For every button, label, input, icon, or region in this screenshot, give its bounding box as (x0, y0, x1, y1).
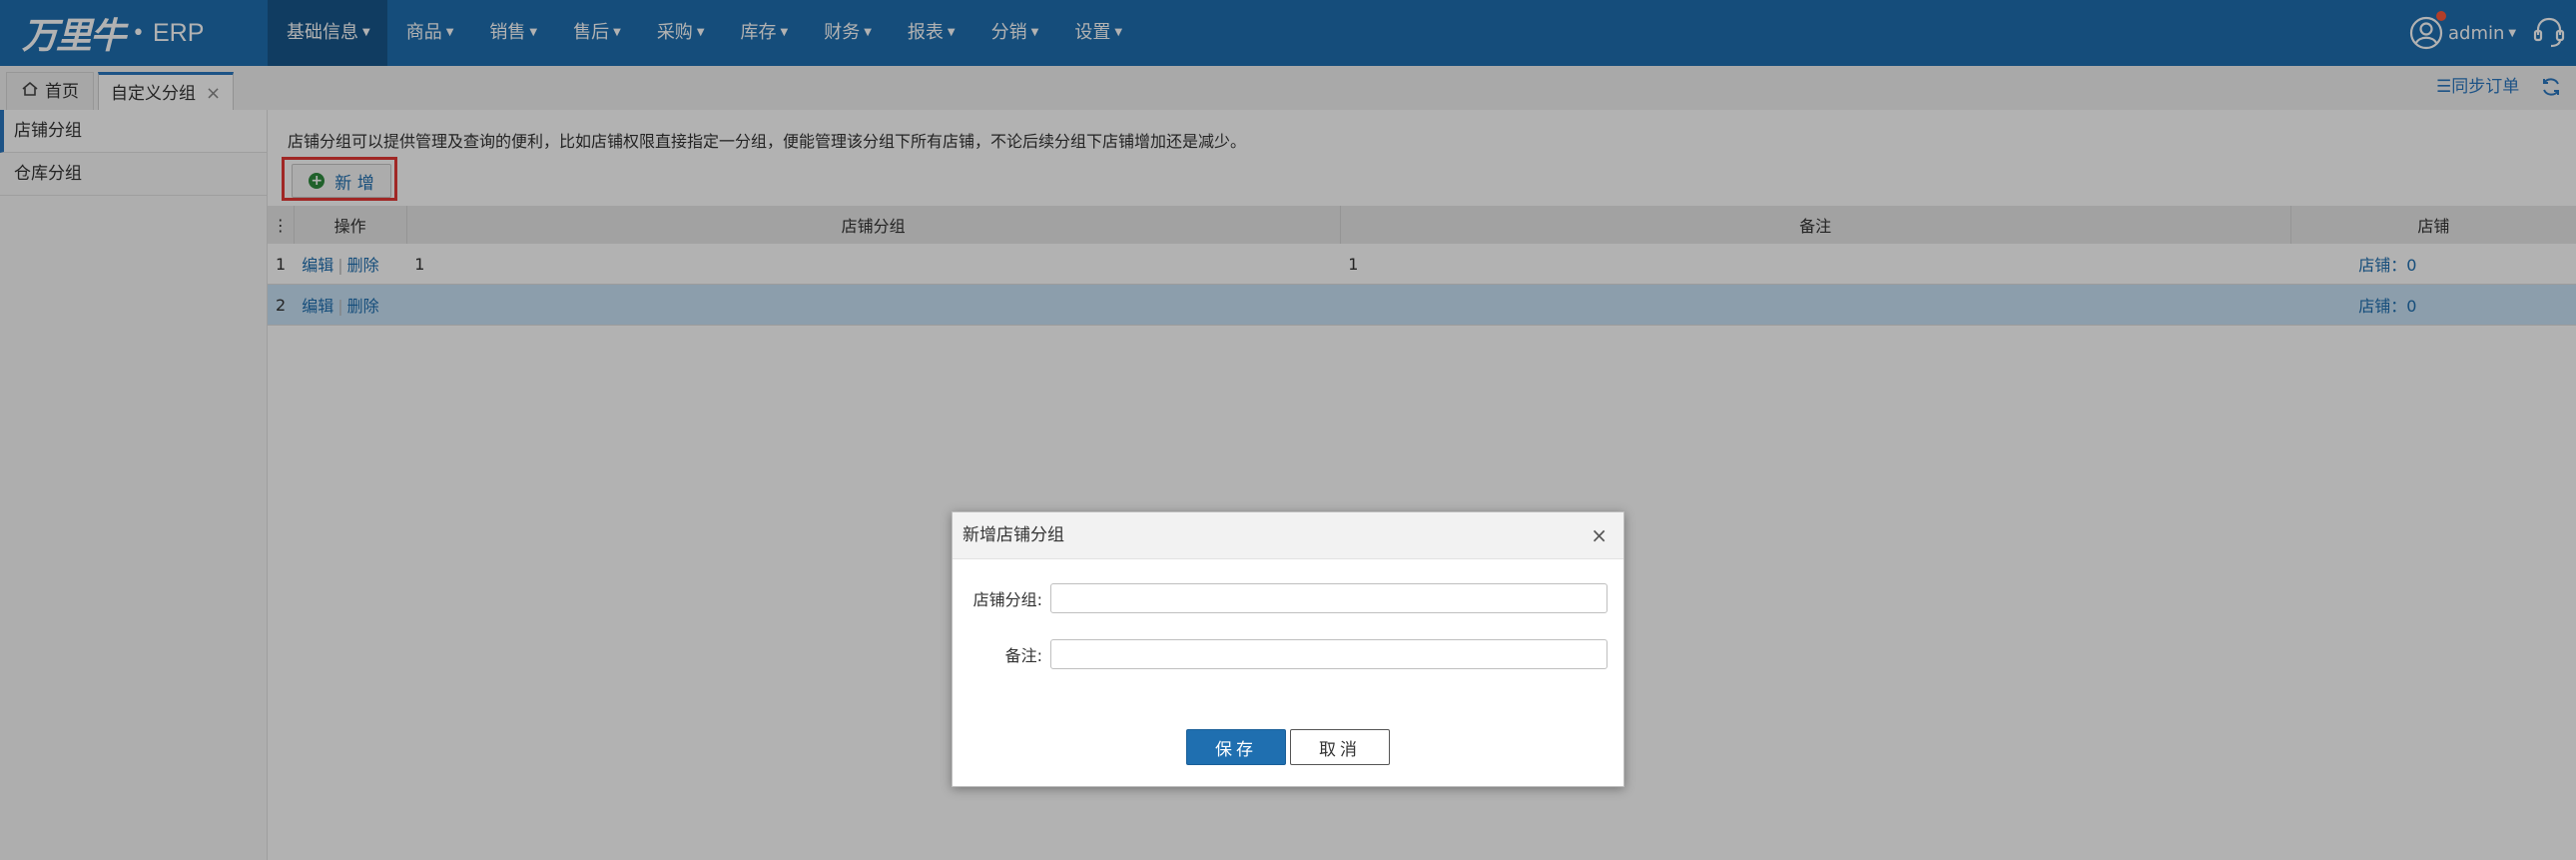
add-shop-group-dialog: 新增店铺分组 × 店铺分组: 备注: 保存 取消 (952, 511, 1624, 787)
remark-input[interactable] (1050, 639, 1608, 669)
field-label-group: 店铺分组: (972, 590, 1042, 609)
close-icon[interactable]: × (1591, 512, 1608, 558)
dialog-title: 新增店铺分组 (963, 525, 1064, 545)
form-row-group: 店铺分组: (953, 582, 1623, 614)
save-button[interactable]: 保存 (1186, 729, 1286, 765)
dialog-header: 新增店铺分组 × (953, 512, 1623, 559)
field-label-remark: 备注: (1004, 646, 1042, 665)
shop-group-input[interactable] (1050, 583, 1608, 613)
cancel-button[interactable]: 取消 (1290, 729, 1390, 765)
form-row-remark: 备注: (953, 638, 1623, 670)
